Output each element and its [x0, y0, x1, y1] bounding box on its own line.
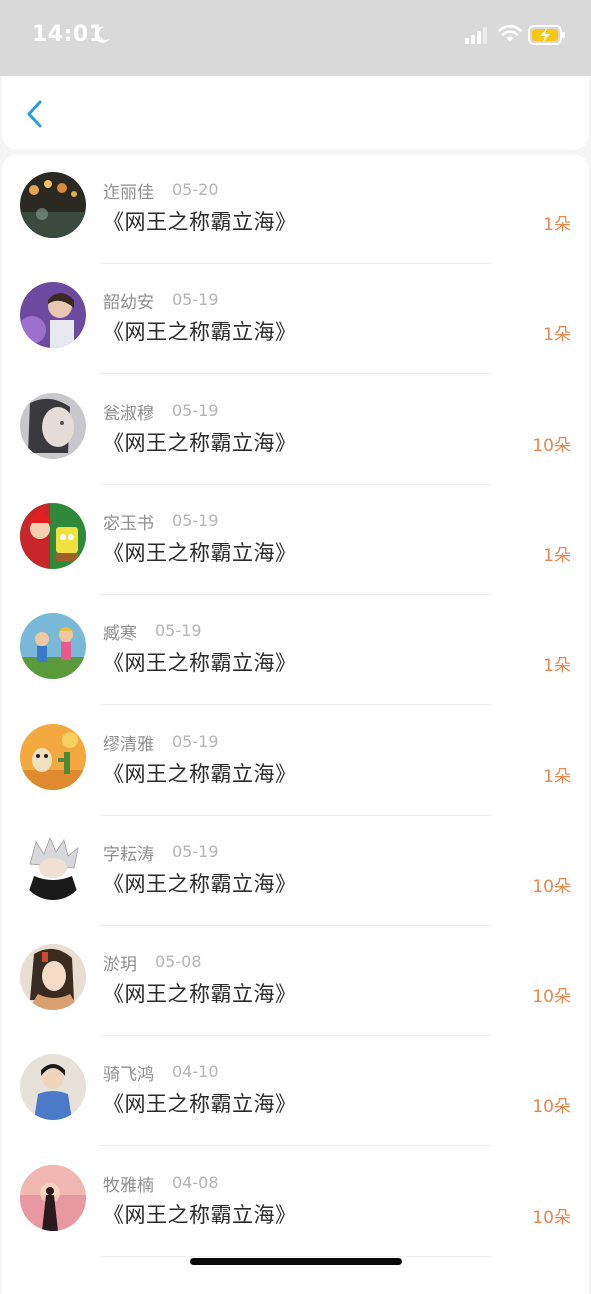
item-date: 05-19: [172, 731, 219, 751]
user-name: 淤玥: [103, 955, 137, 976]
flower-count: 1朵: [543, 766, 571, 787]
user-name: 韶幼安: [103, 293, 154, 314]
book-title: 《网王之称霸立海》: [103, 1202, 297, 1227]
chevron-left-icon: [27, 100, 42, 128]
item-date: 05-19: [172, 290, 219, 310]
nav-bar: [2, 76, 589, 150]
user-name: 迮丽佳: [103, 183, 154, 203]
list-item[interactable]: 缪清雅 05-19 《网王之称霸立海》 1朵: [2, 706, 589, 816]
user-name: 臧寒: [103, 624, 137, 645]
reward-list: 迮丽佳 05-20 《网王之称霸立海》 1朵 韶幼安 05-19 《网王之称霸立海》 1朵 瓮淑…: [2, 154, 589, 1294]
flower-count: 10朵: [532, 1207, 571, 1228]
avatar[interactable]: [20, 944, 86, 1011]
avatar[interactable]: [20, 833, 86, 900]
signal-icon: [465, 27, 487, 44]
flower-count: 1朵: [543, 545, 571, 566]
list-item[interactable]: 宓玉书 05-19 《网王之称霸立海》 1朵: [2, 485, 589, 595]
list-item[interactable]: 迮丽佳 05-20 《网王之称霸立海》 1朵: [2, 154, 589, 264]
book-title: 《网王之称霸立海》: [103, 871, 297, 896]
battery-charging-icon: [528, 25, 565, 45]
book-title: 《网王之称霸立海》: [103, 540, 297, 565]
avatar[interactable]: [20, 392, 86, 459]
divider: [100, 1255, 491, 1257]
flower-count: 10朵: [532, 987, 571, 1008]
status-bar: 14:01: [0, 0, 591, 76]
book-title: 《网王之称霸立海》: [103, 210, 297, 234]
item-date: 05-19: [155, 621, 202, 641]
avatar[interactable]: [20, 282, 86, 349]
user-name: 宓玉书: [103, 513, 154, 534]
list-item[interactable]: 牧雅楠 04-08 《网王之称霸立海》 10朵: [2, 1147, 589, 1257]
item-date: 05-19: [172, 510, 219, 530]
flower-count: 1朵: [543, 656, 571, 677]
avatar[interactable]: [20, 502, 86, 569]
wifi-icon: [498, 24, 522, 42]
list-item[interactable]: 韶幼安 05-19 《网王之称霸立海》 1朵: [2, 264, 589, 375]
user-name: 瓮淑穆: [103, 403, 154, 424]
list-item[interactable]: 淤玥 05-08 《网王之称霸立海》 10朵: [2, 926, 589, 1037]
user-name: 缪清雅: [103, 734, 154, 755]
item-date: 05-20: [172, 180, 219, 199]
home-indicator: [190, 1258, 402, 1265]
item-date: 04-10: [172, 1062, 219, 1082]
back-button[interactable]: [20, 98, 50, 130]
flower-count: 10朵: [532, 1097, 571, 1118]
item-date: 05-08: [155, 952, 202, 972]
avatar[interactable]: [20, 1164, 86, 1231]
list-item[interactable]: 字耘涛 05-19 《网王之称霸立海》 10朵: [2, 816, 589, 926]
item-date: 05-19: [172, 400, 219, 420]
item-date: 05-19: [172, 841, 219, 861]
list-item[interactable]: 瓮淑穆 05-19 《网王之称霸立海》 10朵: [2, 375, 589, 485]
book-title: 《网王之称霸立海》: [103, 1092, 297, 1117]
moon-icon: [94, 26, 110, 43]
avatar[interactable]: [20, 1054, 86, 1121]
user-name: 骑飞鸿: [103, 1065, 154, 1086]
avatar[interactable]: [20, 613, 86, 680]
avatar[interactable]: [20, 723, 86, 790]
book-title: 《网王之称霸立海》: [103, 761, 297, 786]
book-title: 《网王之称霸立海》: [103, 430, 297, 455]
flower-count: 10朵: [532, 435, 571, 456]
item-date: 04-08: [172, 1172, 219, 1192]
book-title: 《网王之称霸立海》: [103, 982, 297, 1007]
flower-count: 1朵: [543, 215, 571, 235]
flower-count: 10朵: [532, 876, 571, 897]
user-name: 字耘涛: [103, 844, 154, 865]
book-title: 《网王之称霸立海》: [103, 320, 297, 345]
user-name: 牧雅楠: [103, 1175, 154, 1196]
book-title: 《网王之称霸立海》: [103, 651, 297, 676]
avatar[interactable]: [20, 172, 86, 238]
list-item[interactable]: 骑飞鸿 04-10 《网王之称霸立海》 10朵: [2, 1036, 589, 1147]
list-item[interactable]: 臧寒 05-19 《网王之称霸立海》 1朵: [2, 595, 589, 706]
flower-count: 1朵: [543, 325, 571, 346]
